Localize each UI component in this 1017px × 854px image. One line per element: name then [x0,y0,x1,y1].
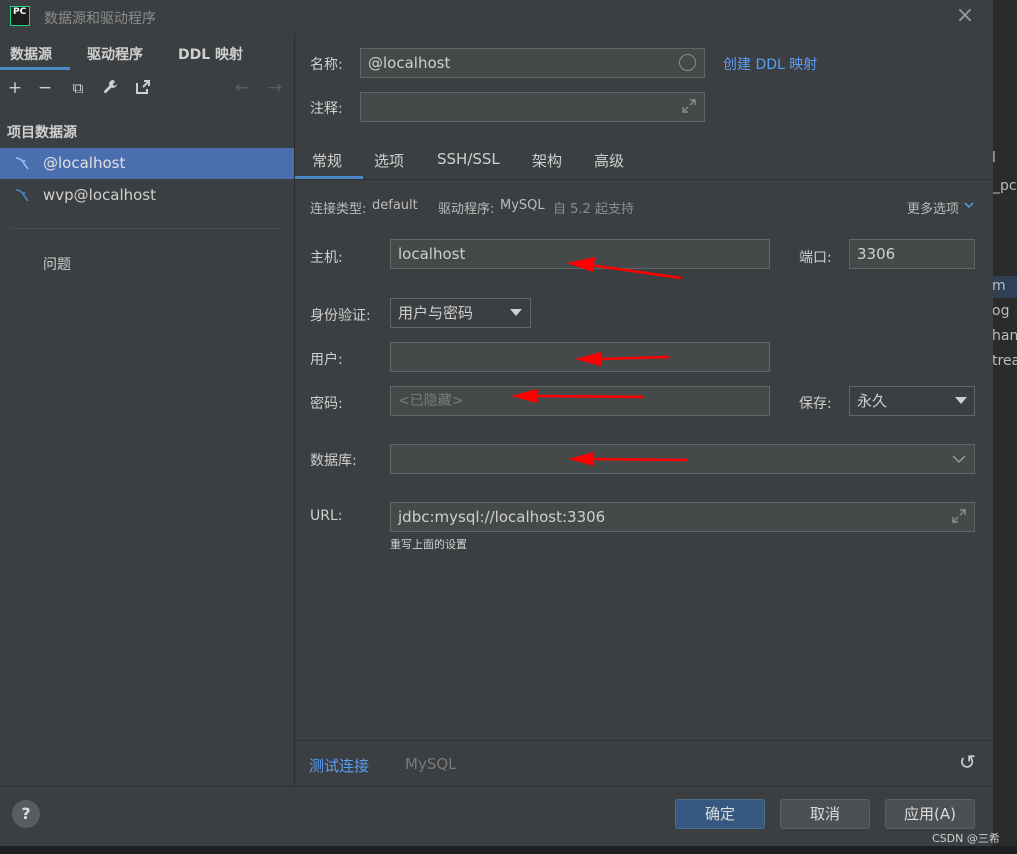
reset-icon[interactable]: ↺ [959,750,976,774]
window-title: 数据源和驱动程序 [44,11,156,27]
color-circle-icon[interactable] [679,54,696,71]
close-icon[interactable]: × [954,4,976,28]
name-input[interactable]: @localhost [360,48,705,78]
divider [10,228,282,229]
tab-schemas[interactable]: 架构 [532,150,562,171]
url-label: URL: [310,508,343,524]
expand-icon[interactable] [681,98,697,118]
name-label: 名称: [310,57,343,73]
watermark: CSDN @三希 [932,832,1000,845]
help-icon[interactable]: ? [12,800,40,828]
tab-ssh-ssl[interactable]: SSH/SSL [437,150,500,168]
bottom-strip [0,846,1017,854]
tab-advanced[interactable]: 高级 [594,150,624,171]
forward-arrow-icon[interactable]: → [265,78,285,98]
datasource-item[interactable]: @localhost [43,154,125,172]
db-type-text: MySQL [405,755,457,773]
tab-datasources[interactable]: 数据源 [10,44,52,64]
tab-general[interactable]: 常规 [312,150,342,171]
url-hint: 重写上面的设置 [390,538,467,551]
background-text: og [992,303,1010,319]
copy-icon[interactable]: ⧉ [68,78,88,98]
mysql-icon [14,155,30,171]
annotation-arrow [511,389,644,403]
annotation-arrow [575,352,671,366]
background-text: han [992,328,1017,344]
wrench-icon[interactable] [100,78,120,98]
tab-drivers[interactable]: 驱动程序 [87,44,143,64]
left-pane [0,34,295,786]
datasource-item[interactable]: wvp@localhost [43,186,156,204]
background-text: _pc [993,178,1017,194]
background-text: m [992,278,1006,294]
section-title-project-datasources: 项目数据源 [7,125,77,141]
tab-options[interactable]: 选项 [374,150,404,171]
url-input[interactable]: jdbc:mysql://localhost:3306 [390,502,975,532]
tab-ddl-mappings[interactable]: DDL 映射 [178,44,243,64]
divider [295,740,993,741]
annotation-arrows [511,257,689,466]
annotation-arrow [567,257,682,280]
apply-button[interactable]: 应用(A) [885,799,975,829]
mysql-icon [14,187,30,203]
active-tab-indicator [295,176,363,179]
export-icon[interactable] [133,78,153,98]
comment-label: 注释: [310,101,343,117]
create-ddl-mapping-link[interactable]: 创建 DDL 映射 [723,54,817,74]
remove-icon[interactable]: − [35,78,55,98]
add-icon[interactable]: + [5,78,25,98]
active-tab-indicator [0,67,70,70]
test-connection-link[interactable]: 测试连接 [309,755,369,776]
comment-input[interactable] [360,92,705,122]
back-arrow-icon[interactable]: ← [232,78,252,98]
cancel-button[interactable]: 取消 [780,799,870,829]
ok-button[interactable]: 确定 [675,799,765,829]
annotation-arrow [568,452,689,466]
background-window [993,0,1017,854]
background-text: trea [992,353,1017,369]
expand-icon[interactable] [951,508,967,528]
pycharm-app-icon: PC [10,6,30,26]
problems-item[interactable]: 问题 [43,254,71,274]
